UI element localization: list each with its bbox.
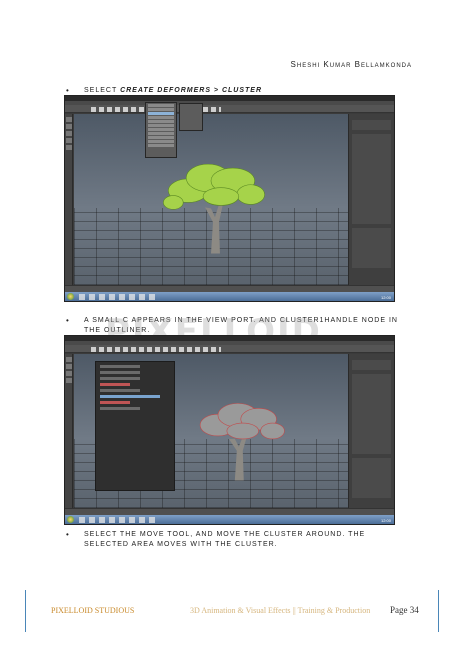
tree-foliage — [163, 163, 265, 210]
viewport-3d[interactable] — [74, 114, 348, 285]
step-1-menu-path: Create Deformers > Cluster — [120, 87, 263, 94]
channel-attributes[interactable] — [352, 134, 391, 224]
outliner-panel[interactable] — [95, 361, 175, 491]
windows-taskbar: 12:00 — [65, 292, 394, 301]
menu-item[interactable] — [148, 140, 174, 143]
taskbar-clock: 12:00 — [380, 295, 391, 300]
time-slider[interactable] — [65, 508, 394, 515]
layer-editor[interactable] — [352, 458, 391, 498]
taskbar-icons[interactable] — [79, 294, 159, 300]
screenshot-2: 12:00 — [64, 335, 395, 525]
move-tool-icon[interactable] — [66, 371, 72, 376]
menu-item-cluster[interactable] — [148, 112, 174, 115]
time-slider[interactable] — [65, 285, 394, 292]
submenu[interactable] — [179, 103, 203, 131]
channel-box[interactable] — [348, 114, 394, 285]
bullet-2: • — [66, 316, 70, 325]
bullet-3: • — [66, 530, 70, 539]
taskbar-clock: 12:00 — [380, 518, 391, 523]
outliner-row[interactable] — [100, 365, 140, 368]
tree-foliage-selected — [199, 403, 285, 440]
scale-tool-icon[interactable] — [66, 145, 72, 150]
menu-item[interactable] — [148, 124, 174, 127]
channel-header — [352, 360, 391, 370]
select-tool-icon[interactable] — [66, 357, 72, 362]
menu-item[interactable] — [148, 144, 174, 147]
author-name: Sheshi Kumar Bellamkonda — [290, 60, 412, 69]
start-button[interactable] — [67, 293, 74, 300]
step-3: • Select the Move tool, and move the clu… — [66, 530, 406, 552]
select-tool-icon[interactable] — [66, 117, 72, 122]
lasso-tool-icon[interactable] — [66, 364, 72, 369]
outliner-row[interactable] — [100, 401, 130, 404]
channel-attributes[interactable] — [352, 374, 391, 454]
rotate-tool-icon[interactable] — [66, 378, 72, 383]
taskbar-icons[interactable] — [79, 517, 159, 523]
start-button[interactable] — [67, 516, 74, 523]
tree-trunk — [205, 204, 223, 254]
lasso-tool-icon[interactable] — [66, 124, 72, 129]
rotate-tool-icon[interactable] — [66, 138, 72, 143]
menu-item[interactable] — [148, 108, 174, 111]
footer-tagline: 3D Animation & Visual Effects || Trainin… — [190, 606, 371, 615]
outliner-row[interactable] — [100, 389, 140, 392]
tree-model — [163, 163, 265, 254]
menu-item[interactable] — [148, 120, 174, 123]
menu-item[interactable] — [148, 132, 174, 135]
screenshot-1: 12:00 — [64, 95, 395, 302]
menu-item[interactable] — [148, 136, 174, 139]
channel-header — [352, 120, 391, 130]
menu-item[interactable] — [148, 104, 174, 107]
footer-divider-left — [25, 590, 26, 632]
outliner-row[interactable] — [100, 383, 130, 386]
step-3-text: Select the Move tool, and move the clust… — [84, 531, 366, 548]
layer-editor[interactable] — [352, 228, 391, 268]
tree-trunk — [228, 436, 247, 481]
footer-divider-right — [438, 590, 439, 632]
windows-taskbar: 12:00 — [65, 515, 394, 524]
menu-item[interactable] — [148, 116, 174, 119]
toolbox[interactable] — [65, 114, 73, 285]
footer-studio: PIXELLOID STUDIOUS — [51, 606, 135, 615]
create-deformers-menu[interactable] — [145, 102, 203, 158]
move-tool-icon[interactable] — [66, 131, 72, 136]
step-1-prefix: Select — [84, 87, 121, 94]
toolbox[interactable] — [65, 354, 73, 508]
page-number: Page 34 — [390, 605, 419, 615]
outliner-row[interactable] — [100, 371, 140, 374]
outliner-row-cluster1handle[interactable] — [100, 395, 160, 398]
menu-item[interactable] — [148, 128, 174, 131]
shelf-icons[interactable] — [91, 347, 221, 352]
page-footer: PIXELLOID STUDIOUS 3D Animation & Visual… — [0, 590, 474, 632]
channel-box[interactable] — [348, 354, 394, 508]
outliner-row[interactable] — [100, 407, 140, 410]
outliner-row[interactable] — [100, 377, 140, 380]
